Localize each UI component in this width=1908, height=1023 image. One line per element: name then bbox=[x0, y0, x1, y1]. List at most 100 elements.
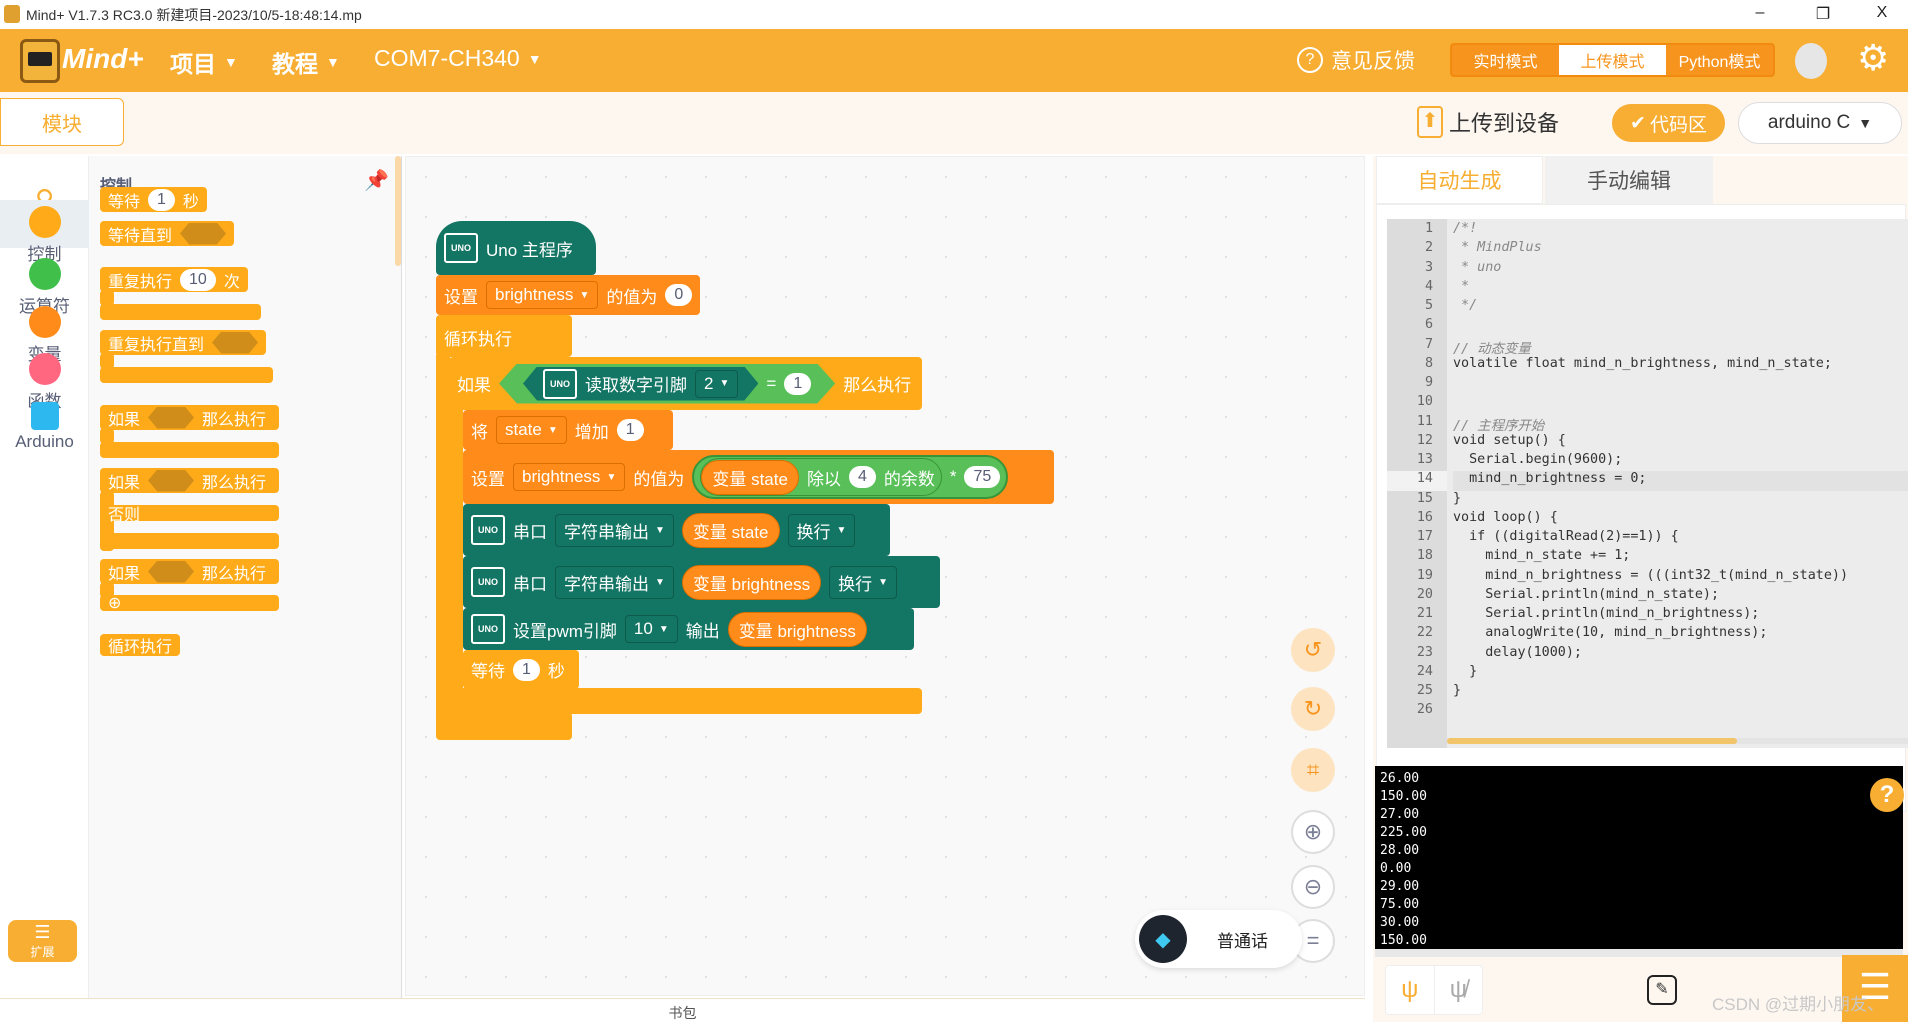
variable-dropdown[interactable]: brightness ▼ bbox=[513, 463, 626, 491]
block-input[interactable]: 1 bbox=[148, 188, 175, 211]
newline-dropdown[interactable]: 换行 ▼ bbox=[829, 565, 897, 599]
block-set-brightness[interactable]: 设置 brightness ▼ 的值为 变量 state 除以 4 的余数 * 75 bbox=[463, 450, 1054, 504]
menu-tutorial[interactable]: 教程 ▼ bbox=[272, 45, 340, 79]
chevron-down-icon: ▼ bbox=[606, 471, 617, 483]
palette-block-if[interactable]: 如果 那么执行 bbox=[100, 405, 279, 430]
upload-label: 上传到设备 bbox=[1449, 111, 1560, 136]
value-input[interactable]: 4 bbox=[848, 466, 876, 488]
variable-dropdown[interactable]: state ▼ bbox=[496, 416, 567, 444]
usb-disconnect-icon[interactable]: ψ̸ bbox=[1435, 966, 1483, 1014]
block-serial-brightness[interactable]: UNO 串口 字符串输出 ▼ 变量 brightness 换行 ▼ bbox=[463, 556, 940, 608]
block-text: 的余数 bbox=[883, 469, 935, 489]
condition-equals[interactable]: UNO 读取数字引脚 2 ▼ = 1 bbox=[499, 364, 835, 404]
sub-toolbar: 模块 ⬆ 上传到设备 ✔ 代码区 arduino C ▼ bbox=[0, 92, 1908, 154]
block-main-program[interactable]: UNO Uno 主程序 bbox=[436, 221, 596, 275]
clear-output-icon[interactable]: ✎ bbox=[1647, 975, 1677, 1005]
category-arduino[interactable]: Arduino bbox=[0, 402, 89, 452]
mode-python[interactable]: Python模式 bbox=[1666, 45, 1773, 75]
variable-reporter[interactable]: 变量 brightness bbox=[681, 564, 822, 600]
zoom-in-button[interactable]: ⊕ bbox=[1291, 810, 1335, 854]
tab-manual-edit[interactable]: 手动编辑 bbox=[1545, 156, 1713, 204]
close-button[interactable]: X bbox=[1867, 4, 1897, 22]
plus-icon[interactable]: ⊕ bbox=[108, 593, 121, 613]
value-input[interactable]: 1 bbox=[616, 419, 644, 441]
mode-realtime[interactable]: 实时模式 bbox=[1452, 45, 1559, 75]
minimize-button[interactable]: – bbox=[1745, 4, 1775, 22]
variable-reporter[interactable]: 变量 state bbox=[681, 512, 780, 548]
block-serial-state[interactable]: UNO 串口 字符串输出 ▼ 变量 state 换行 ▼ bbox=[463, 504, 890, 556]
category-control[interactable]: 控制 bbox=[0, 200, 89, 264]
chevron-down-icon: ▼ bbox=[655, 576, 665, 588]
palette-block-repeat[interactable]: 重复执行 10 次 bbox=[100, 267, 248, 292]
line-number: 19 bbox=[1387, 567, 1447, 587]
serial-monitor[interactable]: 26.00 150.00 27.00 225.00 28.00 0.00 29.00 75.0… bbox=[1375, 766, 1903, 949]
palette-block-repeat-until[interactable]: 重复执行直到 bbox=[100, 330, 267, 355]
value-input[interactable]: 1 bbox=[513, 658, 540, 681]
port-select[interactable]: COM7-CH340 ▼ bbox=[374, 45, 542, 72]
variable-reporter[interactable]: 变量 state bbox=[701, 459, 799, 495]
block-text: 等待 bbox=[108, 193, 141, 211]
pin-icon[interactable]: 📌 bbox=[364, 168, 389, 193]
palette-block-if-else[interactable]: 如果 那么执行 bbox=[100, 468, 279, 493]
pin-dropdown[interactable]: 2 ▼ bbox=[695, 370, 738, 398]
block-if[interactable]: 如果 UNO 读取数字引脚 2 ▼ = 1 那么执行 bbox=[449, 357, 922, 410]
block-wait[interactable]: 等待 1 秒 bbox=[463, 650, 579, 689]
palette-block-wait[interactable]: 等待 1 秒 bbox=[100, 187, 207, 212]
language-select[interactable]: arduino C ▼ bbox=[1738, 102, 1902, 144]
palette-block-wait-until[interactable]: 等待直到 bbox=[100, 221, 235, 246]
tab-auto-generate[interactable]: 自动生成 bbox=[1376, 156, 1543, 204]
code-line: */ bbox=[1453, 298, 1478, 313]
palette-block-if-plus[interactable]: 如果 那么执行 bbox=[100, 559, 279, 584]
block-input[interactable]: 10 bbox=[180, 268, 216, 291]
line-number: 20 bbox=[1387, 586, 1447, 606]
serial-scrollbar[interactable] bbox=[1375, 949, 1903, 957]
pin-dropdown[interactable]: 10 ▼ bbox=[624, 615, 678, 643]
maximize-button[interactable]: ❐ bbox=[1808, 4, 1838, 24]
code-line: mind_n_brightness = (((int32_t(mind_n_st… bbox=[1453, 567, 1849, 583]
help-button[interactable]: ? bbox=[1870, 778, 1904, 812]
tab-blocks[interactable]: 模块 bbox=[0, 98, 124, 146]
code-line: delay(1000); bbox=[1453, 644, 1582, 660]
serial-mode-dropdown[interactable]: 字符串输出 ▼ bbox=[555, 565, 674, 599]
value-input[interactable]: 1 bbox=[784, 373, 811, 395]
palette-block-forever[interactable]: 循环执行 bbox=[100, 634, 181, 656]
block-forever[interactable]: 循环执行 bbox=[436, 315, 572, 357]
value-input[interactable]: 75 bbox=[964, 466, 1001, 488]
zoom-out-button[interactable]: ⊖ bbox=[1291, 865, 1335, 909]
uno-board-icon: UNO bbox=[444, 233, 478, 263]
block-pwm-output[interactable]: UNO 设置pwm引脚 10 ▼ 输出 变量 brightness bbox=[463, 608, 914, 650]
crop-button[interactable]: ⌗ bbox=[1291, 748, 1335, 792]
variable-dropdown[interactable]: brightness ▼ bbox=[486, 281, 599, 309]
newline-dropdown[interactable]: 换行 ▼ bbox=[787, 513, 856, 547]
voice-assistant[interactable]: ◆ 普通话 bbox=[1135, 910, 1302, 968]
redo-button[interactable]: ↻ bbox=[1291, 687, 1335, 731]
chevron-down-icon: ▼ bbox=[547, 424, 558, 436]
backpack-bar[interactable]: 书包 bbox=[0, 998, 1365, 1022]
line-number: 13 bbox=[1387, 452, 1447, 472]
block-set-brightness-init[interactable]: 设置 brightness ▼ 的值为 0 bbox=[436, 275, 701, 315]
multiply-operator[interactable]: 变量 state 除以 4 的余数 * 75 bbox=[692, 455, 1009, 499]
code-area-toggle[interactable]: ✔ 代码区 bbox=[1612, 104, 1725, 142]
serial-mode-dropdown[interactable]: 字符串输出 ▼ bbox=[555, 513, 674, 547]
mod-operator[interactable]: 变量 state 除以 4 的余数 bbox=[700, 458, 942, 496]
value-input[interactable]: 0 bbox=[665, 284, 693, 306]
variable-reporter[interactable]: 变量 brightness bbox=[727, 611, 867, 647]
menu-project[interactable]: 项目 ▼ bbox=[170, 45, 238, 79]
read-digital-pin[interactable]: UNO 读取数字引脚 2 ▼ bbox=[523, 367, 758, 401]
mode-upload[interactable]: 上传模式 bbox=[1559, 45, 1666, 75]
serial-line: 150.00 bbox=[1380, 933, 1427, 948]
usb-connect-icon[interactable]: ψ bbox=[1386, 966, 1435, 1014]
serial-line: 75.00 bbox=[1380, 897, 1420, 912]
avatar[interactable] bbox=[1795, 43, 1827, 79]
extension-button[interactable]: ☰ 扩展 bbox=[8, 920, 77, 962]
code-editor[interactable]: 1 /*! 2 * MindPlus 3 * uno 4 * 5 */ 6 7 // 动态变量 8… bbox=[1387, 219, 1908, 748]
upload-button[interactable]: ⬆ 上传到设备 bbox=[1417, 106, 1559, 138]
feedback-button[interactable]: ? 意见反馈 bbox=[1297, 45, 1415, 75]
block-change-state[interactable]: 将 state ▼ 增加 1 bbox=[463, 410, 673, 450]
horizontal-scrollbar[interactable] bbox=[1447, 738, 1908, 744]
scrollbar-thumb[interactable] bbox=[1447, 738, 1737, 744]
palette-scrollbar[interactable] bbox=[395, 156, 401, 266]
undo-button[interactable]: ↺ bbox=[1291, 628, 1335, 672]
block-text: 设置 bbox=[471, 469, 505, 489]
gear-icon[interactable]: ⚙ bbox=[1857, 37, 1889, 79]
